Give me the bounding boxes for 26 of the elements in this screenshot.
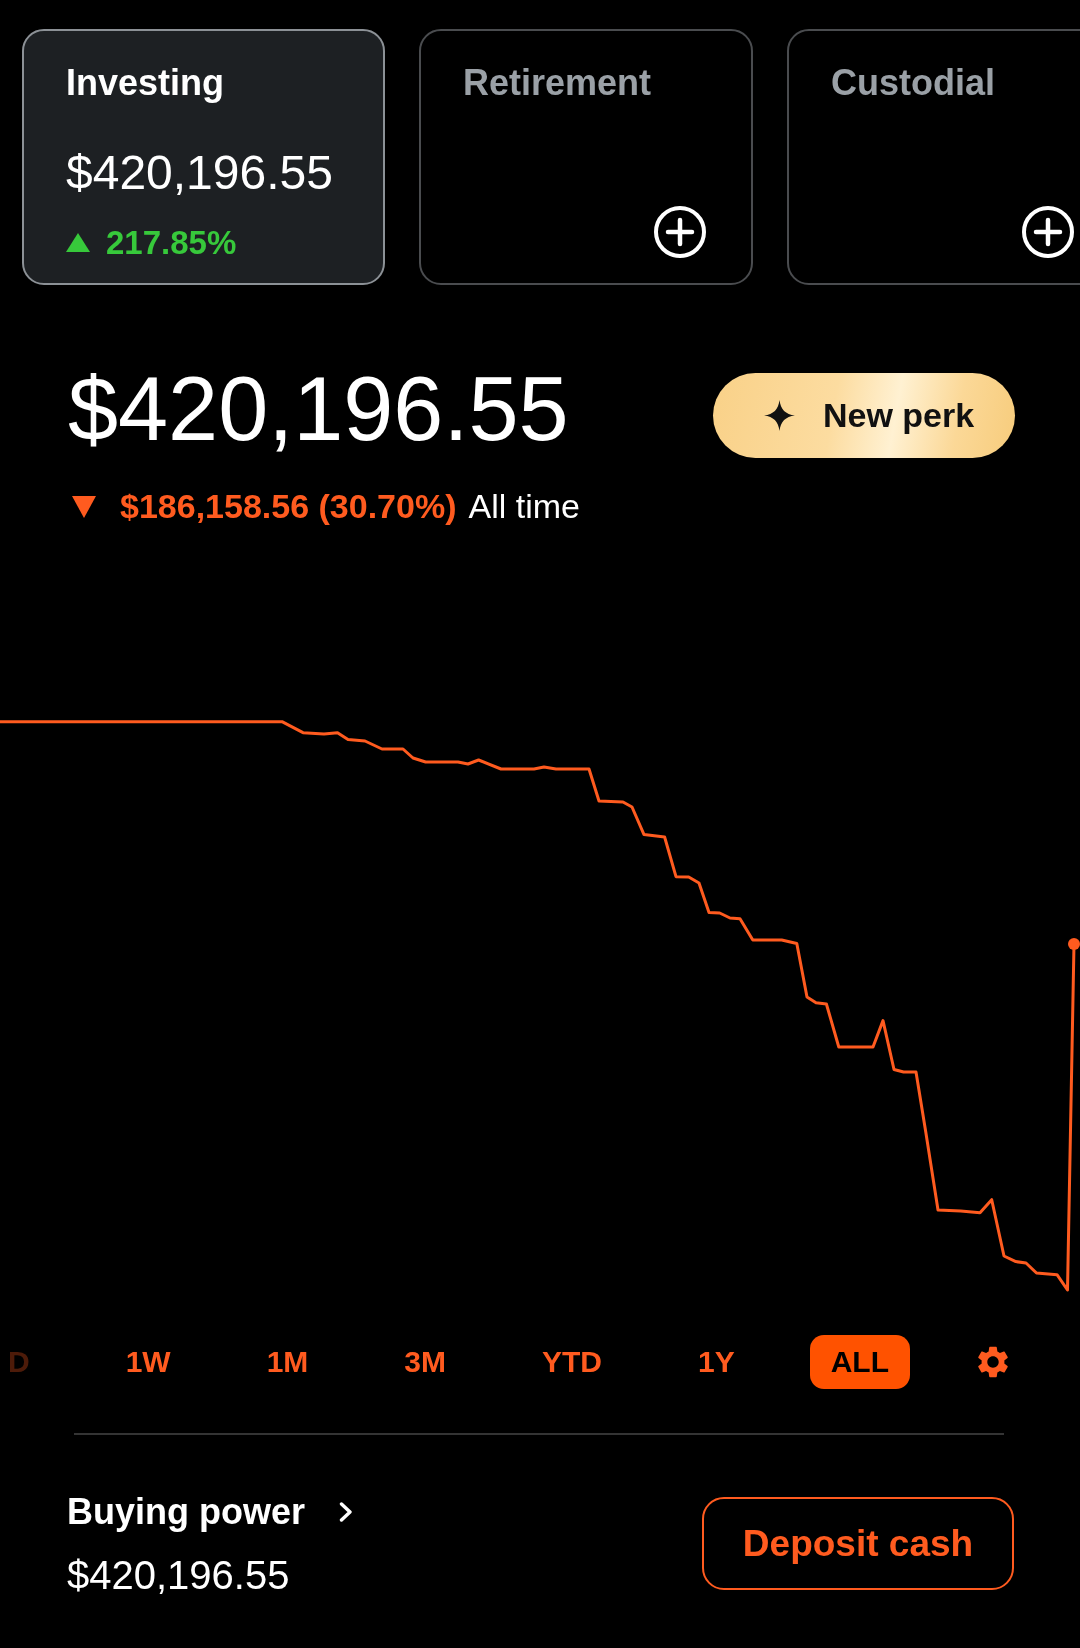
add-circle-icon[interactable] (654, 206, 706, 258)
add-circle-icon[interactable] (1022, 206, 1074, 258)
sparkle-icon (764, 400, 795, 431)
account-title: Custodial (831, 62, 996, 104)
account-title: Retirement (463, 62, 653, 104)
end-point-icon (1068, 938, 1080, 951)
buying-power-link[interactable]: Buying power (67, 1491, 353, 1533)
account-card[interactable]: Custodial (787, 29, 1080, 285)
change-period: All time (468, 487, 580, 527)
account-card[interactable]: Retirement (419, 29, 753, 285)
range-tab[interactable]: 1Y (676, 1335, 756, 1390)
buying-power-value: $420,196.55 (67, 1552, 290, 1599)
chevron-right-icon (339, 1501, 353, 1522)
account-card[interactable]: Investing $420,196.55 217.85% (22, 29, 385, 285)
range-tab[interactable]: 1W (104, 1335, 192, 1390)
account-title: Investing (66, 62, 226, 104)
range-tab[interactable]: YTD (521, 1335, 623, 1390)
range-tab[interactable]: 3M (383, 1335, 467, 1390)
portfolio-change: $186,158.56 (30.70%) (120, 487, 457, 527)
new-perk-button[interactable]: New perk (713, 373, 1015, 458)
portfolio-value: $420,196.55 (68, 364, 569, 454)
deposit-cash-button[interactable]: Deposit cash (702, 1497, 1014, 1591)
account-change: 217.85% (106, 223, 237, 262)
account-balance: $420,196.55 (66, 145, 334, 201)
range-tab[interactable]: 1M (245, 1335, 330, 1390)
range-tab[interactable]: ALL (809, 1335, 910, 1390)
